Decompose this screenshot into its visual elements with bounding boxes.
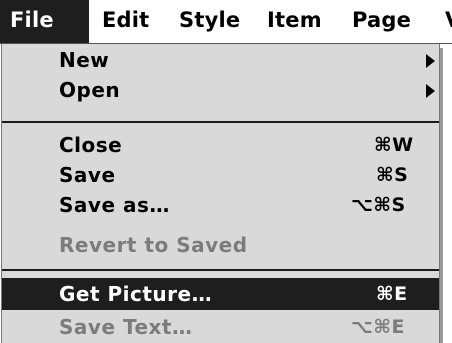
menu-separator bbox=[2, 121, 439, 123]
menu-style[interactable]: Style bbox=[167, 0, 255, 43]
menu-item-revert-label: Revert to Saved bbox=[59, 233, 248, 257]
submenu-arrow-icon bbox=[426, 84, 435, 98]
menu-item-save-text[interactable]: Save Text… ⌥⌘E bbox=[2, 312, 439, 342]
menu-item-new[interactable]: New bbox=[2, 45, 439, 75]
menu-item-revert-to-saved[interactable]: Revert to Saved bbox=[2, 230, 439, 260]
menu-item-save-as-shortcut: ⌥⌘S bbox=[351, 194, 406, 216]
menu-item-save-as-label: Save as… bbox=[59, 193, 170, 217]
menu-item-close[interactable]: Close ⌘W bbox=[2, 130, 439, 160]
file-menu-dropdown: New Open Close ⌘W Save ⌘S Save as… ⌥⌘S R… bbox=[1, 44, 440, 343]
menu-file-label: File bbox=[10, 8, 54, 32]
menu-item-save-label: Save bbox=[59, 163, 116, 187]
menu-item-get-picture-label: Get Picture… bbox=[59, 282, 213, 306]
menu-page-label: Page bbox=[352, 8, 412, 32]
menu-page[interactable]: Page bbox=[340, 0, 438, 43]
menu-edit[interactable]: Edit bbox=[89, 0, 167, 43]
menu-item-new-label: New bbox=[59, 48, 110, 72]
menu-separator bbox=[2, 269, 439, 271]
menu-item-close-shortcut: ⌘W bbox=[374, 134, 414, 156]
menu-item-save-as[interactable]: Save as… ⌥⌘S bbox=[2, 190, 439, 220]
menu-item-get-picture[interactable]: Get Picture… ⌘E bbox=[2, 278, 439, 310]
menu-edit-label: Edit bbox=[102, 8, 150, 32]
menu-view-partial[interactable]: V bbox=[438, 0, 452, 43]
menu-item[interactable]: Item bbox=[255, 0, 340, 43]
menu-item-close-label: Close bbox=[59, 133, 123, 157]
menu-view-label: V bbox=[445, 0, 452, 40]
menu-bar: File Edit Style Item Page V bbox=[0, 0, 452, 44]
menu-style-label: Style bbox=[179, 8, 241, 32]
menu-item-save[interactable]: Save ⌘S bbox=[2, 160, 439, 190]
menu-item-save-shortcut: ⌘S bbox=[376, 164, 409, 186]
menu-item-open-label: Open bbox=[59, 78, 121, 102]
menu-file[interactable]: File bbox=[0, 0, 89, 43]
menu-item-open[interactable]: Open bbox=[2, 75, 439, 105]
dropdown-shadow bbox=[440, 48, 443, 343]
menu-item-label: Item bbox=[267, 8, 322, 32]
menu-item-get-picture-shortcut: ⌘E bbox=[376, 283, 408, 305]
menu-item-save-text-label: Save Text… bbox=[59, 315, 193, 339]
menu-item-save-text-shortcut: ⌥⌘E bbox=[351, 316, 406, 338]
submenu-arrow-icon bbox=[426, 54, 435, 68]
